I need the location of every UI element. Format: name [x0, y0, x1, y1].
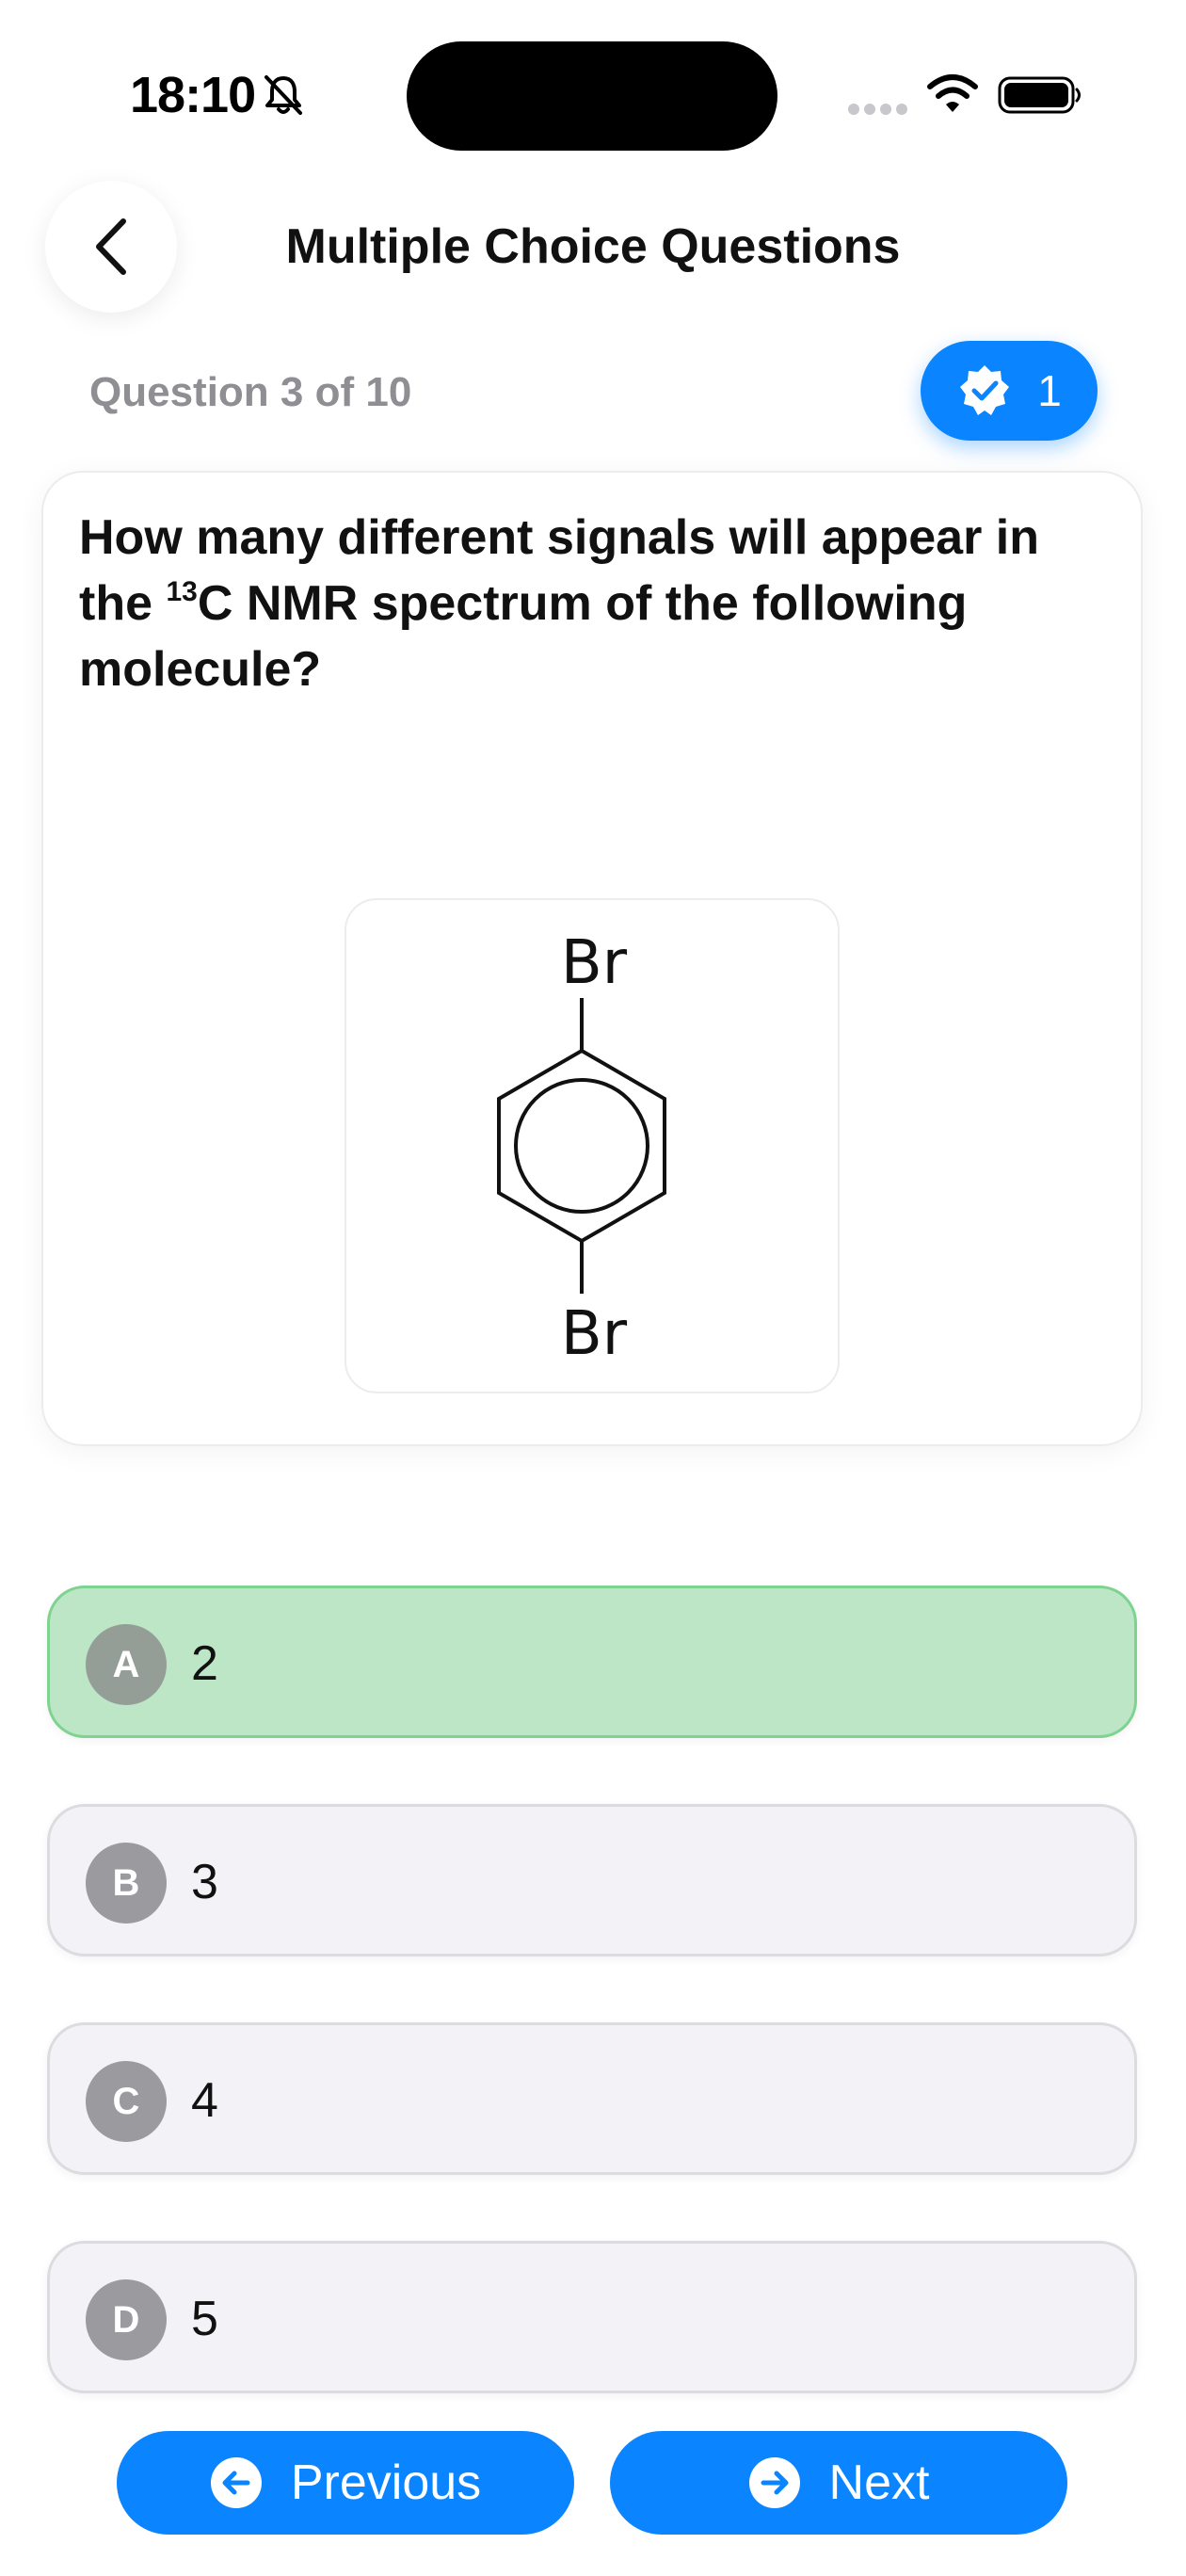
question-card: How many different signals will appear i… [41, 471, 1143, 1446]
bell-slash-icon [264, 75, 302, 115]
option-letter: D [86, 2279, 167, 2360]
option-d[interactable]: D 5 [47, 2241, 1137, 2393]
option-letter: B [86, 1843, 167, 1924]
wifi-icon [927, 74, 978, 112]
cellular-signal-icon [848, 104, 907, 115]
screen: 18:10 Multiple Choice Questions Question… [0, 0, 1186, 2576]
score-badge: 1 [921, 341, 1098, 441]
arrow-right-circle-icon [748, 2457, 800, 2508]
page-title: Multiple Choice Questions [285, 219, 901, 274]
option-text: 4 [191, 2073, 218, 2128]
chevron-left-icon [96, 218, 126, 275]
verified-badge-icon [960, 365, 1010, 415]
status-time: 18:10 [130, 67, 256, 123]
option-text: 3 [191, 1855, 218, 1909]
molecule-image: Br Br [345, 898, 840, 1393]
bottom-atom-label: Br [561, 1299, 628, 1369]
question-text-suffix: C NMR spectrum of the following molecule… [79, 576, 968, 697]
option-letter: A [86, 1624, 167, 1705]
aromatic-circle [514, 1078, 649, 1214]
option-letter: C [86, 2061, 167, 2142]
next-label: Next [828, 2455, 930, 2510]
arrow-left-circle-icon [210, 2457, 262, 2508]
battery-icon [998, 76, 1081, 114]
previous-label: Previous [290, 2455, 482, 2510]
isotope-superscript: 13 [166, 576, 198, 607]
question-text: How many different signals will appear i… [79, 505, 1114, 702]
option-text: 5 [191, 2292, 218, 2346]
back-button[interactable] [45, 181, 177, 313]
dibromobenzene-structure: Br Br [497, 928, 666, 1369]
next-button[interactable]: Next [610, 2431, 1067, 2535]
option-b[interactable]: B 3 [47, 1804, 1137, 1956]
option-text: 2 [191, 1636, 218, 1691]
question-counter: Question 3 of 10 [89, 369, 412, 415]
score-count: 1 [1037, 366, 1062, 415]
previous-button[interactable]: Previous [117, 2431, 574, 2535]
option-a[interactable]: A 2 [47, 1586, 1137, 1738]
top-atom-label: Br [561, 928, 628, 998]
option-c[interactable]: C 4 [47, 2022, 1137, 2175]
dynamic-island [407, 41, 777, 151]
